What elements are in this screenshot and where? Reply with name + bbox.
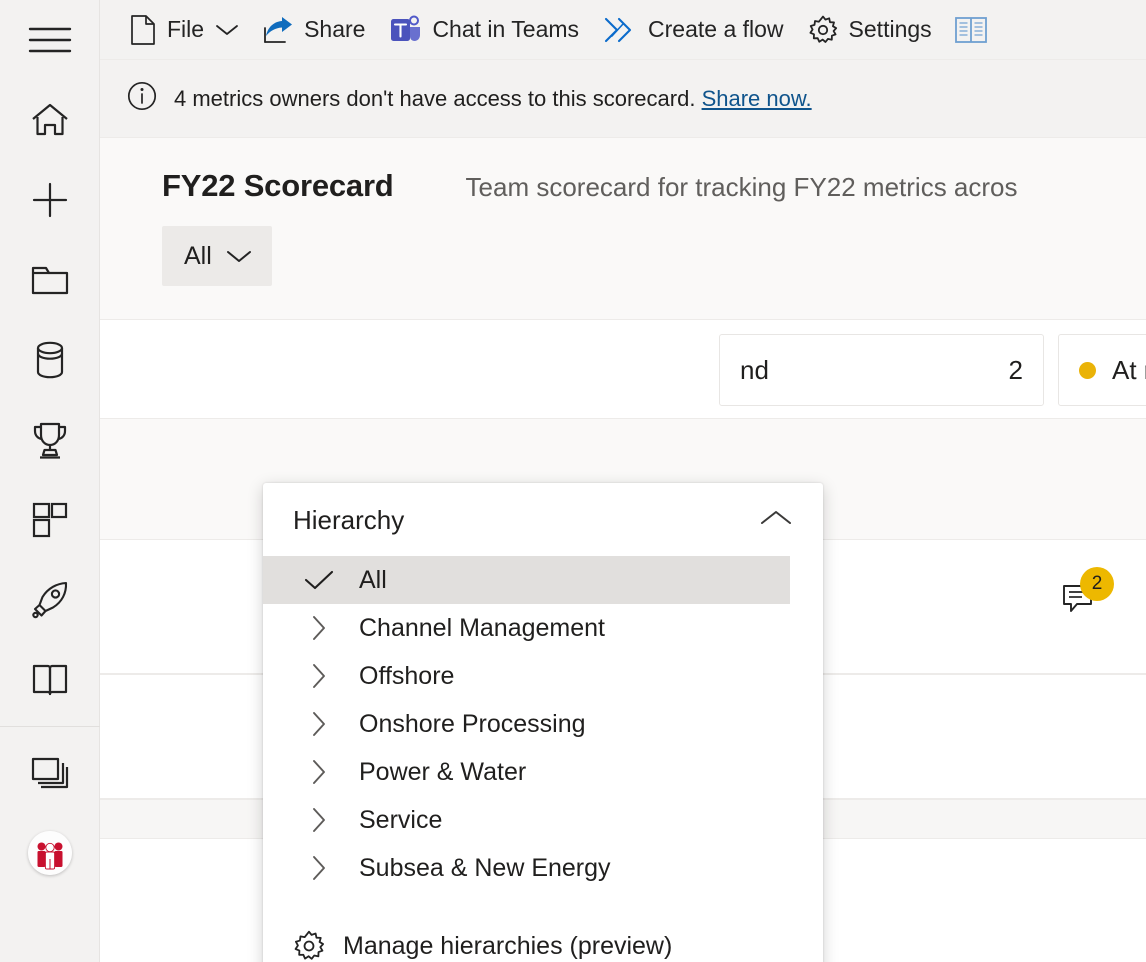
manage-hierarchies-label: Manage hierarchies (preview) xyxy=(343,932,672,961)
chevron-right-icon[interactable] xyxy=(279,759,359,785)
hierarchy-filter-label: All xyxy=(184,242,212,271)
chevron-down-icon xyxy=(215,23,239,37)
rail-divider xyxy=(0,726,100,727)
chevron-right-icon[interactable] xyxy=(279,807,359,833)
hierarchy-item-all[interactable]: All xyxy=(263,556,790,604)
hierarchy-item-power-and-water[interactable]: Power & Water xyxy=(263,748,823,796)
gear-icon xyxy=(293,930,325,962)
metric-count-chip[interactable]: nd 2 xyxy=(719,334,1044,406)
settings-label: Settings xyxy=(849,18,932,41)
trophy-icon[interactable] xyxy=(0,400,100,480)
command-bar: File Share xyxy=(100,0,1146,60)
chevron-right-icon[interactable] xyxy=(279,615,359,641)
hierarchy-item-onshore-processing[interactable]: Onshore Processing xyxy=(263,700,823,748)
app-root: File Share xyxy=(0,0,1146,962)
filter-row: All xyxy=(100,204,1146,286)
hierarchy-item-label: Channel Management xyxy=(359,614,823,643)
book-icon[interactable] xyxy=(0,640,100,720)
hierarchy-item-label: Subsea & New Energy xyxy=(359,854,823,883)
hierarchy-item-channel-management[interactable]: Channel Management xyxy=(263,604,823,652)
info-icon xyxy=(126,80,158,117)
view-toggle-button[interactable] xyxy=(944,8,998,52)
reading-view-icon xyxy=(954,16,988,44)
metric-count-chip-value: 2 xyxy=(1009,355,1023,386)
status-chip[interactable]: At ri xyxy=(1058,334,1146,406)
hierarchy-item-label: Service xyxy=(359,806,823,835)
file-label: File xyxy=(167,18,204,41)
hierarchy-item-offshore[interactable]: Offshore xyxy=(263,652,823,700)
scorecard-board: FY22 Scorecard Team scorecard for tracki… xyxy=(100,138,1146,962)
metrics-summary-band: nd 2 At ri xyxy=(100,319,1146,419)
plus-icon[interactable] xyxy=(0,160,100,240)
manage-hierarchies-button[interactable]: Manage hierarchies (preview) xyxy=(263,922,823,962)
share-button[interactable]: Share xyxy=(251,8,377,52)
status-chip-label: At ri xyxy=(1112,355,1146,386)
flyout-spacer xyxy=(263,892,823,922)
left-navigation-rail xyxy=(0,0,100,962)
hierarchy-flyout-title: Hierarchy xyxy=(293,505,404,536)
hierarchy-item-service[interactable]: Service xyxy=(263,796,823,844)
hierarchy-item-label: Power & Water xyxy=(359,758,823,787)
metric-count-chip-label: nd xyxy=(740,355,983,386)
chevron-down-icon xyxy=(226,242,252,271)
create-a-flow-button[interactable]: Create a flow xyxy=(591,8,796,52)
chevron-right-icon[interactable] xyxy=(279,711,359,737)
hierarchy-flyout: Hierarchy All Channel Management xyxy=(263,483,823,962)
chevron-up-icon[interactable] xyxy=(759,508,793,533)
chat-in-teams-button[interactable]: Chat in Teams xyxy=(377,8,591,52)
check-icon xyxy=(279,569,359,591)
scorecard-header: FY22 Scorecard Team scorecard for tracki… xyxy=(100,138,1146,204)
gear-icon xyxy=(808,15,838,45)
scorecard-description: Team scorecard for tracking FY22 metrics… xyxy=(466,172,1018,203)
info-message-text: 4 metrics owners don't have access to th… xyxy=(174,86,695,111)
dashboard-icon[interactable] xyxy=(0,480,100,560)
info-message-bar: 4 metrics owners don't have access to th… xyxy=(100,60,1146,138)
file-icon xyxy=(130,14,156,46)
hierarchy-item-label: Onshore Processing xyxy=(359,710,823,739)
folder-icon[interactable] xyxy=(0,240,100,320)
chevron-right-icon[interactable] xyxy=(279,663,359,689)
hierarchy-item-label: Offshore xyxy=(359,662,823,691)
comment-button[interactable]: 2 xyxy=(1058,578,1102,622)
teams-icon xyxy=(389,15,421,45)
hierarchy-flyout-header: Hierarchy xyxy=(263,483,823,556)
rocket-icon[interactable] xyxy=(0,560,100,640)
chevron-right-icon[interactable] xyxy=(279,855,359,881)
create-a-flow-label: Create a flow xyxy=(648,18,784,41)
share-label: Share xyxy=(304,18,365,41)
comment-count-badge: 2 xyxy=(1080,567,1114,601)
status-dot-icon xyxy=(1079,362,1096,379)
info-message: 4 metrics owners don't have access to th… xyxy=(174,86,812,112)
flow-icon xyxy=(603,16,637,44)
hierarchy-filter-button[interactable]: All xyxy=(162,226,272,286)
menu-icon[interactable] xyxy=(0,0,100,80)
file-button[interactable]: File xyxy=(118,8,251,52)
settings-button[interactable]: Settings xyxy=(796,8,944,52)
hierarchy-item-subsea-and-new-energy[interactable]: Subsea & New Energy xyxy=(263,844,823,892)
share-icon xyxy=(263,16,293,44)
workspaces-icon[interactable] xyxy=(0,733,100,813)
database-icon[interactable] xyxy=(0,320,100,400)
hierarchy-item-label: All xyxy=(359,566,790,595)
share-now-link[interactable]: Share now. xyxy=(702,86,812,111)
chat-in-teams-label: Chat in Teams xyxy=(432,18,579,41)
avatar[interactable] xyxy=(0,813,100,893)
page-title: FY22 Scorecard xyxy=(162,168,394,204)
comment-icon[interactable]: 2 xyxy=(1058,578,1102,622)
main-column: File Share xyxy=(100,0,1146,962)
home-icon[interactable] xyxy=(0,80,100,160)
